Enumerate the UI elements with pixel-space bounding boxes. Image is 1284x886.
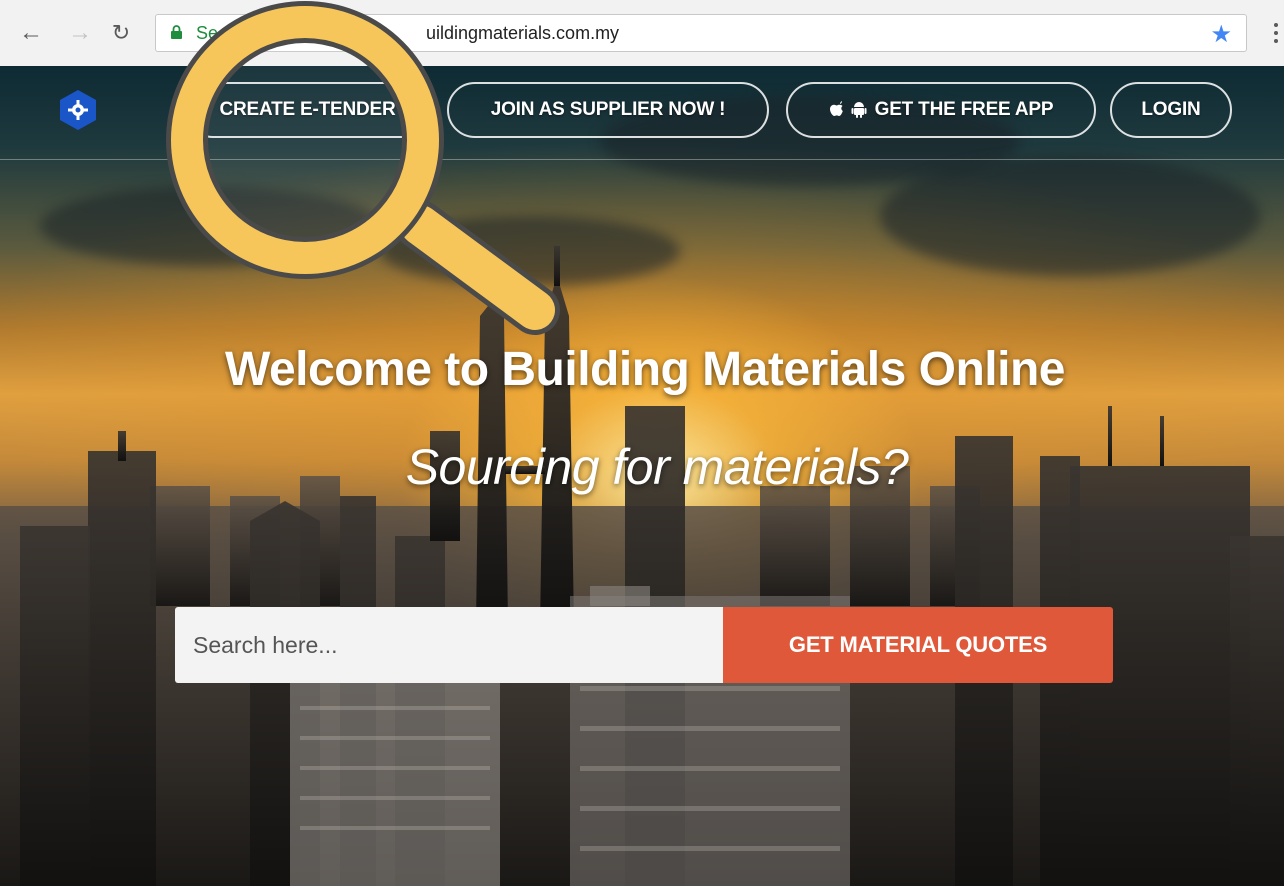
create-etender-label: CREATE E-TENDER xyxy=(219,99,396,120)
hero-title: Welcome to Building Materials Online xyxy=(225,343,1065,396)
forward-arrow-icon[interactable]: → xyxy=(65,18,95,48)
login-button[interactable]: LOGIN xyxy=(1110,82,1232,138)
secure-label: Se xyxy=(196,23,219,43)
address-url: uildingmaterials.com.my xyxy=(426,23,620,43)
hero-subtitle: Sourcing for materials? xyxy=(405,439,909,495)
back-arrow-icon[interactable]: ← xyxy=(16,18,46,48)
address-bar[interactable]: Se uildingmaterials.com.my ★ xyxy=(155,14,1247,52)
get-material-quotes-button[interactable]: GET MATERIAL QUOTES xyxy=(723,607,1113,683)
lock-icon xyxy=(171,25,182,39)
reload-icon[interactable]: ↻ xyxy=(106,18,136,48)
browser-menu-icon[interactable] xyxy=(1268,18,1284,48)
apple-icon xyxy=(829,101,843,116)
bookmark-star-icon[interactable]: ★ xyxy=(1210,20,1232,49)
hero-section: CREATE E-TENDER JOIN AS SUPPLIER NOW ! G… xyxy=(0,66,1284,886)
join-supplier-label: JOIN AS SUPPLIER NOW ! xyxy=(490,99,726,120)
join-supplier-button[interactable]: JOIN AS SUPPLIER NOW ! xyxy=(447,82,769,138)
android-icon xyxy=(851,102,867,118)
get-app-button[interactable]: GET THE FREE APP xyxy=(786,82,1096,138)
site-logo-icon[interactable] xyxy=(60,90,96,130)
browser-toolbar: ← → ↻ Se uildingmaterials.com.my ★ xyxy=(0,0,1284,67)
login-label: LOGIN xyxy=(1141,99,1201,120)
get-app-label: GET THE FREE APP xyxy=(874,99,1054,120)
create-etender-button[interactable]: CREATE E-TENDER xyxy=(185,82,430,138)
search-input[interactable] xyxy=(175,607,723,683)
header-divider xyxy=(0,159,1284,160)
